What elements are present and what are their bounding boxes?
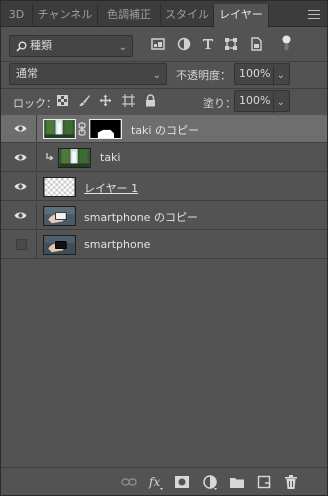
adjustment-filter-icon[interactable] bbox=[176, 36, 192, 52]
lock-transparent-pixels-icon[interactable] bbox=[57, 95, 68, 106]
opacity-label: 不透明度： bbox=[176, 69, 231, 82]
visibility-toggle[interactable] bbox=[1, 115, 37, 143]
tab-styles[interactable]: スタイル bbox=[161, 4, 214, 27]
layer-name[interactable]: taki bbox=[100, 151, 120, 164]
lock-image-pixels-icon[interactable] bbox=[78, 94, 91, 107]
type-filter-icon[interactable] bbox=[200, 36, 216, 52]
opacity-value: 100% bbox=[239, 67, 271, 80]
layer-filter-select[interactable]: 種類 ⌄ bbox=[9, 35, 133, 57]
layer-row-layer-1[interactable]: レイヤー 1 bbox=[1, 173, 327, 201]
layers-bottom-bar: fx bbox=[1, 467, 327, 495]
visibility-empty-box[interactable] bbox=[16, 239, 27, 250]
eye-icon[interactable] bbox=[14, 124, 27, 133]
layer-thumbnail bbox=[58, 148, 91, 168]
panel-tab-bar: 3D チャンネル 色調補正 スタイル レイヤー bbox=[1, 1, 327, 28]
layer-mask-thumbnail bbox=[89, 119, 122, 139]
layer-row-taki[interactable]: taki bbox=[1, 144, 327, 172]
tab-channels[interactable]: チャンネル bbox=[33, 4, 98, 27]
chevron-down-icon[interactable]: ⌄ bbox=[272, 66, 285, 86]
layer-name[interactable]: smartphone のコピー bbox=[84, 209, 198, 225]
panel-menu-icon[interactable] bbox=[308, 10, 320, 19]
filter-kind-label: 種類 bbox=[30, 39, 52, 52]
visibility-toggle[interactable] bbox=[1, 144, 37, 172]
eye-icon[interactable] bbox=[14, 182, 27, 191]
layers-list: taki のコピー taki レイヤー 1 smartphone のコピー sm… bbox=[1, 115, 327, 467]
fill-value: 100% bbox=[239, 94, 271, 107]
add-mask-icon[interactable] bbox=[174, 474, 190, 490]
link-layers-icon[interactable] bbox=[121, 474, 137, 490]
opacity-input[interactable]: 100% ⌄ bbox=[234, 63, 290, 86]
visibility-toggle[interactable] bbox=[1, 231, 37, 259]
layer-name[interactable]: taki のコピー bbox=[131, 122, 199, 138]
chevron-down-icon[interactable]: ⌄ bbox=[272, 93, 285, 113]
layer-thumbnail bbox=[43, 119, 76, 139]
eye-icon[interactable] bbox=[14, 211, 27, 220]
layers-panel: 3D チャンネル 色調補正 スタイル レイヤー 種類 ⌄ 通常 ⌄ 不透明度： … bbox=[0, 0, 328, 496]
fill-label: 塗り： bbox=[203, 97, 236, 110]
lock-artboard-icon[interactable] bbox=[122, 94, 135, 107]
divider bbox=[1, 88, 327, 89]
search-icon bbox=[16, 41, 27, 52]
mask-link-icon[interactable] bbox=[78, 122, 86, 136]
eye-icon[interactable] bbox=[14, 153, 27, 162]
blend-mode-value: 通常 bbox=[16, 67, 38, 80]
layer-thumbnail bbox=[43, 235, 76, 255]
lock-label: ロック： bbox=[13, 97, 57, 110]
filter-toggle-icon[interactable] bbox=[282, 35, 291, 51]
new-layer-icon[interactable] bbox=[256, 474, 272, 490]
delete-layer-icon[interactable] bbox=[283, 474, 299, 490]
shape-filter-icon[interactable] bbox=[223, 36, 239, 52]
layer-name[interactable]: smartphone bbox=[84, 238, 150, 251]
chevron-down-icon: ⌄ bbox=[118, 42, 127, 53]
layer-name[interactable]: レイヤー 1 bbox=[84, 180, 138, 196]
lock-position-icon[interactable] bbox=[99, 94, 112, 107]
clipping-mask-icon bbox=[46, 153, 54, 161]
fill-input[interactable]: 100% ⌄ bbox=[234, 90, 290, 113]
pixel-filter-icon[interactable] bbox=[150, 36, 166, 52]
layer-thumbnail bbox=[43, 206, 76, 226]
fx-icon[interactable]: fx bbox=[148, 474, 164, 490]
visibility-toggle[interactable] bbox=[1, 202, 37, 230]
layer-thumbnail bbox=[43, 177, 76, 197]
tab-layers[interactable]: レイヤー bbox=[213, 4, 269, 28]
layer-row-smartphone[interactable]: smartphone bbox=[1, 231, 327, 259]
tab-3d[interactable]: 3D bbox=[1, 4, 33, 27]
tab-adjustments[interactable]: 色調補正 bbox=[98, 4, 161, 27]
chevron-down-icon: ⌄ bbox=[152, 70, 161, 81]
layer-row-smartphone-copy[interactable]: smartphone のコピー bbox=[1, 202, 327, 230]
svg-text:fx: fx bbox=[148, 475, 160, 489]
adjustment-layer-icon[interactable] bbox=[202, 474, 218, 490]
smart-object-filter-icon[interactable] bbox=[248, 36, 264, 52]
new-group-icon[interactable] bbox=[229, 474, 245, 490]
layer-row-taki-copy[interactable]: taki のコピー bbox=[1, 115, 327, 143]
divider bbox=[1, 61, 327, 62]
lock-all-icon[interactable] bbox=[145, 94, 156, 107]
visibility-toggle[interactable] bbox=[1, 173, 37, 201]
blend-mode-select[interactable]: 通常 ⌄ bbox=[9, 63, 167, 85]
